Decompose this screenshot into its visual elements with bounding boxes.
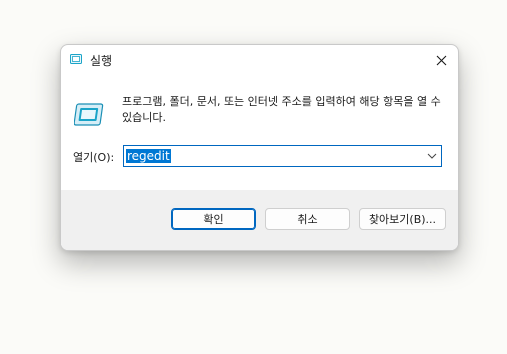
run-dialog: 실행 프로그램, 폴더, 문서, 또는 인터넷 주소를 입력하여 해당 항목을 … [60,44,459,251]
open-label: 열기(O): [73,151,115,164]
open-input-value[interactable]: regedit [126,149,171,163]
ok-button[interactable]: 확인 [171,208,256,230]
close-icon [436,55,446,65]
dialog-message: 프로그램, 폴더, 문서, 또는 인터넷 주소를 입력하여 해당 항목을 열 수… [122,95,441,124]
browse-button[interactable]: 찾아보기(B)... [359,208,446,230]
dialog-title: 실행 [90,54,113,68]
run-icon [74,103,104,126]
cancel-button[interactable]: 취소 [265,208,350,230]
desktop: 실행 프로그램, 폴더, 문서, 또는 인터넷 주소를 입력하여 해당 항목을 … [0,0,507,354]
chevron-down-icon[interactable] [427,151,437,161]
run-icon [70,54,82,64]
open-combobox[interactable]: regedit [123,145,442,167]
title-bar: 실행 [61,45,458,75]
close-button[interactable] [424,45,458,75]
